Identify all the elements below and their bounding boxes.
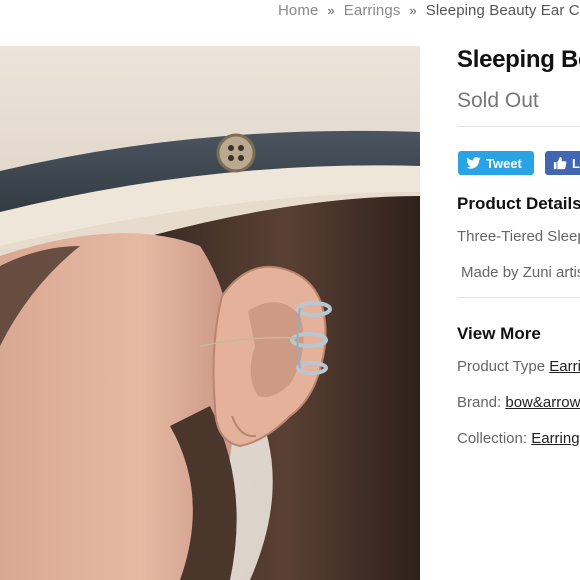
breadcrumb-separator: » <box>409 3 417 18</box>
brand-link[interactable]: bow&arrow <box>505 394 580 411</box>
product-info: Sleeping Beauty Ear Cuff Sold Out Tweet … <box>457 46 580 580</box>
product-type-label: Product Type <box>457 358 546 375</box>
collection-row: Collection: Earrings <box>457 430 580 447</box>
breadcrumb: Home » Earrings » Sleeping Beauty Ear Cuff <box>278 2 580 19</box>
thumbs-up-icon <box>553 156 567 170</box>
product-title: Sleeping Beauty Ear Cuff <box>457 46 580 73</box>
breadcrumb-separator: » <box>327 3 335 18</box>
divider <box>457 126 580 127</box>
divider <box>457 297 580 298</box>
view-more-heading: View More <box>457 324 541 343</box>
collection-link[interactable]: Earrings <box>531 430 580 447</box>
product-type-row: Product Type Earrings <box>457 358 580 375</box>
breadcrumb-home-link[interactable]: Home <box>278 2 318 19</box>
breadcrumb-current: Sleeping Beauty Ear Cuff <box>425 2 580 19</box>
brand-row: Brand: bow&arrow <box>457 394 580 411</box>
tweet-label: Tweet <box>486 155 522 171</box>
breadcrumb-category-link[interactable]: Earrings <box>344 2 401 19</box>
facebook-like-button[interactable]: Like <box>545 151 580 175</box>
made-by-text: Made by Zuni artisans <box>461 264 580 281</box>
collection-label: Collection: <box>457 430 528 447</box>
twitter-bird-icon <box>466 157 481 169</box>
product-details-heading: Product Details <box>457 194 580 213</box>
product-type-link[interactable]: Earrings <box>549 358 580 375</box>
tweet-button[interactable]: Tweet <box>458 151 534 175</box>
product-photo-illustration <box>0 46 420 580</box>
like-label: Like <box>572 155 580 171</box>
brand-label: Brand: <box>457 394 502 411</box>
sold-out-status: Sold Out <box>457 89 539 112</box>
product-description: Three-Tiered Sleeping Beauty Ear Cuff <box>457 228 580 245</box>
product-image[interactable] <box>0 46 420 580</box>
